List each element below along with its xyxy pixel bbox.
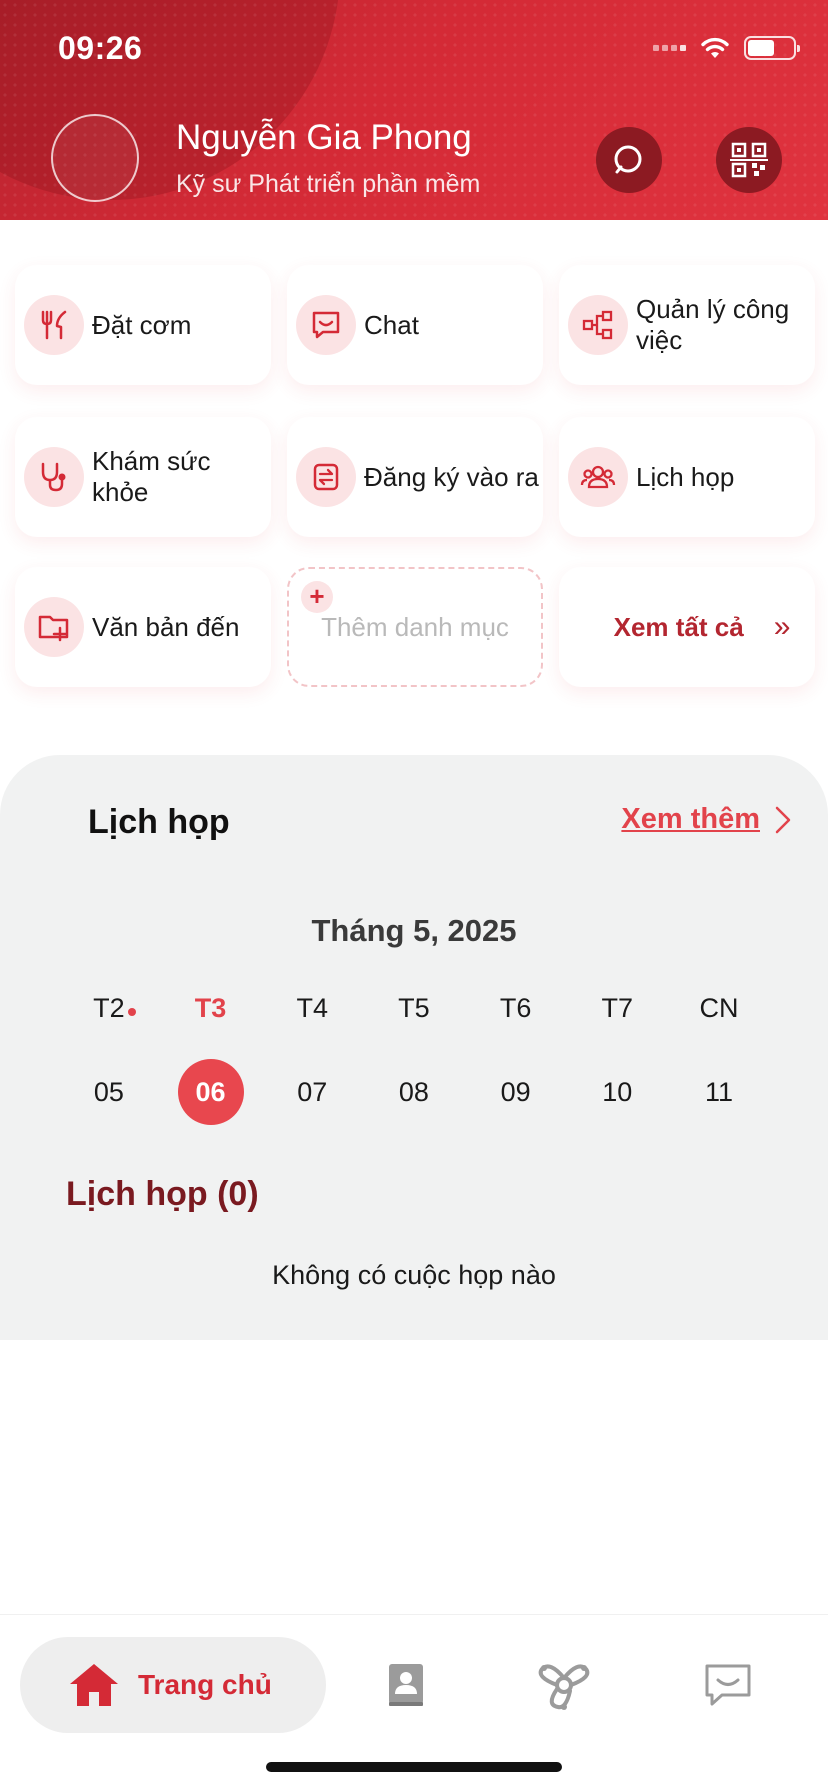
quick-action-quan-ly-cong-viec[interactable]: Quản lý công việc bbox=[559, 265, 815, 385]
day-number-selected: 06 bbox=[177, 1059, 244, 1125]
day-column[interactable]: T5 08 bbox=[363, 993, 465, 1125]
day-column[interactable]: T6 09 bbox=[465, 993, 567, 1125]
tab-network[interactable] bbox=[536, 1657, 592, 1713]
cellular-signal-icon bbox=[653, 45, 686, 51]
quick-action-label: Chat bbox=[364, 309, 419, 340]
quick-action-label: Khám sức khỏe bbox=[92, 446, 211, 507]
day-column[interactable]: T4 07 bbox=[261, 993, 363, 1125]
chat-icon bbox=[296, 295, 356, 355]
add-category-label: Thêm danh mục bbox=[321, 611, 509, 642]
tab-contacts[interactable] bbox=[378, 1657, 434, 1713]
add-category-button[interactable]: + Thêm danh mục bbox=[287, 567, 543, 687]
day-number: 08 bbox=[398, 1076, 429, 1107]
see-all-label: Xem tất cả bbox=[613, 611, 744, 642]
quick-action-chat[interactable]: Chat bbox=[287, 265, 543, 385]
day-name: CN bbox=[699, 993, 739, 1023]
see-all-button[interactable]: Xem tất cả » bbox=[559, 567, 815, 687]
avatar[interactable] bbox=[51, 114, 139, 202]
day-number: 07 bbox=[297, 1076, 328, 1107]
workflow-icon bbox=[568, 295, 628, 355]
tab-home-label: Trang chủ bbox=[138, 1669, 272, 1700]
month-label: Tháng 5, 2025 bbox=[311, 913, 517, 948]
day-name: T3 bbox=[194, 993, 227, 1023]
quick-action-dat-com[interactable]: Đặt cơm bbox=[15, 265, 271, 385]
status-time: 09:26 bbox=[58, 30, 143, 66]
stethoscope-icon bbox=[24, 447, 84, 507]
day-column[interactable]: T2 05 bbox=[58, 993, 160, 1125]
day-number: 09 bbox=[500, 1076, 531, 1107]
header: 09:26 Nguyễn Gia Phong Kỹ sư Phát triển … bbox=[0, 0, 828, 220]
status-icons bbox=[653, 36, 800, 60]
quick-action-label: Đặt cơm bbox=[92, 309, 192, 340]
tab-chat[interactable] bbox=[700, 1657, 756, 1713]
tab-home[interactable]: Trang chủ bbox=[20, 1637, 326, 1733]
quick-action-lich-hop[interactable]: Lịch họp bbox=[559, 417, 815, 537]
fork-knife-icon bbox=[24, 295, 84, 355]
plus-icon: + bbox=[301, 581, 333, 613]
day-number: 05 bbox=[93, 1076, 124, 1107]
week-strip: T2 05 T3 06 T4 07 T5 08 T6 09 T7 10 CN 1… bbox=[58, 993, 770, 1125]
day-name: T5 bbox=[398, 993, 430, 1023]
double-chevron-right-icon: » bbox=[773, 610, 791, 643]
quick-action-van-ban-den[interactable]: Văn bản đến bbox=[15, 567, 271, 687]
quick-action-label: Đăng ký vào ra bbox=[364, 461, 539, 492]
search-button[interactable] bbox=[596, 127, 662, 193]
battery-icon bbox=[744, 36, 800, 60]
day-name: T4 bbox=[296, 993, 328, 1023]
meetings-count-title: Lịch họp (0) bbox=[66, 1175, 259, 1213]
swap-icon bbox=[296, 447, 356, 507]
empty-state-message: Không có cuộc họp nào bbox=[272, 1260, 556, 1290]
contacts-icon bbox=[389, 1664, 423, 1706]
group-icon bbox=[568, 447, 628, 507]
home-indicator bbox=[266, 1762, 562, 1772]
quick-action-label: Văn bản đến bbox=[92, 611, 240, 642]
chat-icon bbox=[705, 1664, 751, 1706]
event-dot bbox=[127, 1008, 136, 1016]
user-job-title: Kỹ sư Phát triển phần mềm bbox=[176, 170, 481, 198]
quick-action-kham-suc-khoe[interactable]: Khám sức khỏe bbox=[15, 417, 271, 537]
day-number: 10 bbox=[602, 1076, 633, 1107]
search-icon bbox=[614, 145, 642, 174]
day-name: T7 bbox=[601, 993, 634, 1023]
home-icon bbox=[70, 1664, 118, 1706]
qr-code-icon bbox=[730, 142, 768, 178]
meetings-panel: Lịch họp Xem thêm Tháng 5, 2025 T2 05 T3… bbox=[0, 755, 828, 1340]
meetings-title: Lịch họp bbox=[88, 803, 230, 841]
quick-action-label: Quản lý công việc bbox=[636, 294, 790, 355]
user-name: Nguyễn Gia Phong bbox=[176, 118, 472, 157]
day-column[interactable]: T3 06 bbox=[160, 993, 262, 1125]
chevron-right-icon bbox=[775, 806, 791, 833]
quick-action-dang-ky-vao-ra[interactable]: Đăng ký vào ra bbox=[287, 417, 543, 537]
quick-action-label: Lịch họp bbox=[636, 461, 735, 492]
qr-scan-button[interactable] bbox=[716, 127, 782, 193]
day-number: 11 bbox=[704, 1076, 733, 1107]
see-more-link[interactable]: Xem thêm bbox=[621, 803, 792, 836]
day-name: T2 bbox=[93, 993, 136, 1029]
wifi-icon bbox=[701, 37, 729, 58]
day-name: T6 bbox=[499, 993, 532, 1023]
network-icon bbox=[538, 1664, 590, 1710]
see-more-label: Xem thêm bbox=[621, 803, 760, 835]
day-column[interactable]: T7 10 bbox=[566, 993, 668, 1125]
folder-add-icon bbox=[24, 597, 84, 657]
day-column[interactable]: CN 11 bbox=[668, 993, 770, 1125]
